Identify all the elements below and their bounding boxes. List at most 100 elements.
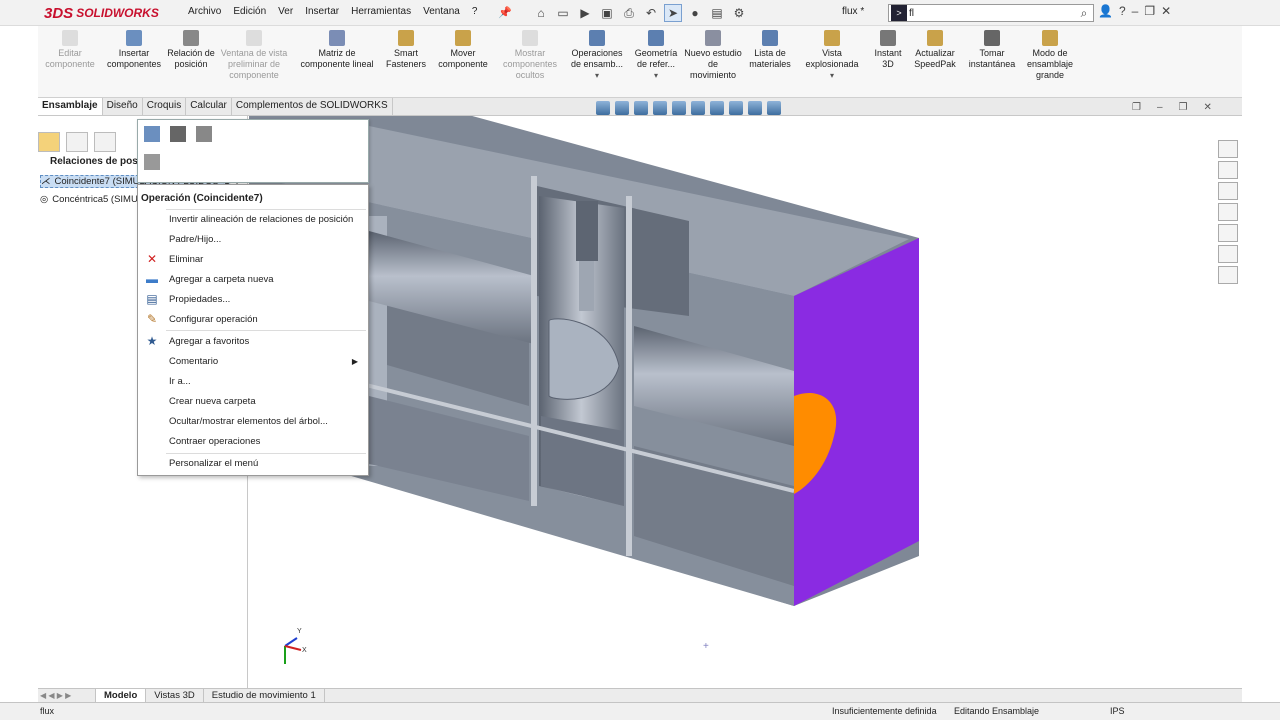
- ribbon-modo-ensamblaje-grande[interactable]: Modo de ensamblaje grande: [1022, 30, 1078, 81]
- view-orientation-icon[interactable]: [672, 101, 686, 115]
- menu-item-configurar[interactable]: Configurar operación: [169, 314, 258, 325]
- section-view-icon[interactable]: [653, 101, 667, 115]
- new-document-icon[interactable]: ▭: [554, 4, 572, 22]
- tree-item-concentrica5[interactable]: ◎ Concéntrica5 (SIMUL: [40, 194, 143, 205]
- forum-icon[interactable]: [1218, 266, 1238, 284]
- configuration-manager-tab-icon[interactable]: [94, 132, 116, 152]
- menu-item-ocultar-mostrar[interactable]: Ocultar/mostrar elementos del árbol...: [169, 416, 328, 427]
- tab-modelo[interactable]: Modelo: [96, 689, 147, 702]
- ribbon-actualizar-speedpak[interactable]: Actualizar SpeedPak: [910, 30, 960, 70]
- ribbon-matriz-lineal[interactable]: Matriz de componente lineal: [294, 30, 380, 70]
- menu-item-agregar-carpeta[interactable]: Agregar a carpeta nueva: [169, 274, 274, 285]
- edit-appearance-icon[interactable]: [729, 101, 743, 115]
- design-library-icon[interactable]: [1218, 161, 1238, 179]
- viewport-minimize-icon[interactable]: –: [1157, 102, 1163, 113]
- file-properties-icon[interactable]: ▤: [708, 4, 726, 22]
- tab-calcular[interactable]: Calcular: [186, 98, 232, 115]
- solidworks-logo[interactable]: 3DS SOLIDWORKS: [44, 3, 159, 23]
- tab-estudio-movimiento[interactable]: Estudio de movimiento 1: [204, 689, 325, 702]
- restore-icon[interactable]: ❐: [1144, 4, 1155, 18]
- apply-scene-icon[interactable]: [748, 101, 762, 115]
- custom-properties-icon[interactable]: [1218, 245, 1238, 263]
- ribbon-relacion-posicion[interactable]: Relación de posición: [166, 30, 216, 70]
- tab-ensamblaje[interactable]: Ensamblaje: [38, 98, 103, 115]
- menu-item-crear-carpeta[interactable]: Crear nueva carpeta: [169, 396, 256, 407]
- menu-item-propiedades[interactable]: Propiedades...: [169, 294, 230, 305]
- dropdown-arrow-icon[interactable]: ▾: [654, 70, 658, 81]
- dropdown-arrow-icon[interactable]: ▾: [830, 70, 834, 81]
- file-explorer-icon[interactable]: [1218, 182, 1238, 200]
- tab-diseno[interactable]: Diseño: [103, 98, 143, 115]
- menu-item-favoritos[interactable]: Agregar a favoritos: [169, 336, 249, 347]
- mates-folder-header[interactable]: Relaciones de posic: [50, 156, 146, 167]
- ribbon-lista-materiales[interactable]: Lista de materiales: [744, 30, 796, 70]
- graphics-area[interactable]: Y X +: [239, 96, 1242, 688]
- print-icon[interactable]: ⎙: [620, 4, 638, 22]
- save-icon[interactable]: ▣: [598, 4, 616, 22]
- pin-icon[interactable]: 📌: [498, 6, 512, 19]
- menu-archivo[interactable]: Archivo: [182, 6, 227, 17]
- ribbon-nuevo-estudio[interactable]: Nuevo estudio de movimiento: [684, 30, 742, 81]
- edit-feature-icon[interactable]: [144, 126, 160, 142]
- ribbon-mover-componente[interactable]: Mover componente: [432, 30, 494, 70]
- ribbon-mostrar-ocultos[interactable]: Mostrar componentes ocultos: [498, 30, 562, 81]
- user-icon[interactable]: 👤: [1098, 4, 1113, 18]
- menu-herramientas[interactable]: Herramientas: [345, 6, 417, 17]
- menu-item-comentario[interactable]: Comentario: [169, 356, 218, 367]
- menu-item-personalizar[interactable]: Personalizar el menú: [169, 458, 258, 469]
- solidworks-resources-icon[interactable]: [1218, 140, 1238, 158]
- menu-edicion[interactable]: Edición: [227, 6, 272, 17]
- display-style-icon[interactable]: [691, 101, 705, 115]
- ribbon-geometria-referencia[interactable]: Geometría de refer... ▾: [630, 30, 682, 81]
- menu-item-ir-a[interactable]: Ir a...: [169, 376, 191, 387]
- search-input[interactable]: fl: [909, 8, 1075, 19]
- help-icon[interactable]: ?: [1119, 4, 1126, 18]
- hide-show-items-icon[interactable]: [710, 101, 724, 115]
- menu-ventana[interactable]: Ventana: [417, 6, 466, 17]
- menu-item-contraer[interactable]: Contraer operaciones: [169, 436, 260, 447]
- ribbon-editar-componente[interactable]: Editar componente: [40, 30, 100, 70]
- viewport-restore-icon[interactable]: ❐: [1132, 102, 1141, 113]
- options-gear-icon[interactable]: ⚙: [730, 4, 748, 22]
- ribbon-ventana-vista[interactable]: Ventana de vista preliminar de component…: [216, 30, 292, 81]
- ribbon-smart-fasteners[interactable]: Smart Fasteners: [382, 30, 430, 70]
- dropdown-arrow-icon[interactable]: ▾: [595, 70, 599, 81]
- search-box[interactable]: > fl ⌕: [888, 4, 1094, 22]
- tab-complementos[interactable]: Complementos de SOLIDWORKS: [232, 98, 393, 115]
- menu-insertar[interactable]: Insertar: [299, 6, 345, 17]
- feature-manager-tab-icon[interactable]: [38, 132, 60, 152]
- menu-help[interactable]: ?: [466, 6, 484, 17]
- menu-item-invertir[interactable]: Invertir alineación de relaciones de pos…: [169, 214, 353, 225]
- menu-ver[interactable]: Ver: [272, 6, 299, 17]
- ribbon-instant-3d[interactable]: Instant 3D: [868, 30, 908, 70]
- tab-vistas-3d[interactable]: Vistas 3D: [146, 689, 204, 702]
- tab-scroll-nav[interactable]: ◀ ◀ ▶ ▶: [38, 689, 96, 702]
- flip-alignment-icon[interactable]: [170, 126, 186, 142]
- open-icon[interactable]: ▶: [576, 4, 594, 22]
- previous-view-icon[interactable]: [634, 101, 648, 115]
- menu-item-eliminar[interactable]: Eliminar: [169, 254, 203, 265]
- ribbon-operaciones-ensamblaje[interactable]: Operaciones de ensamb... ▾: [566, 30, 628, 81]
- viewport-maximize-icon[interactable]: ❐: [1179, 102, 1188, 113]
- tab-croquis[interactable]: Croquis: [143, 98, 187, 115]
- zoom-to-selection-icon[interactable]: [144, 154, 160, 170]
- menu-item-padre-hijo[interactable]: Padre/Hijo...: [169, 234, 221, 245]
- zoom-area-icon[interactable]: [615, 101, 629, 115]
- suppress-icon[interactable]: [196, 126, 212, 142]
- close-icon[interactable]: ✕: [1161, 4, 1171, 18]
- ribbon-tomar-instantanea[interactable]: Tomar instantánea: [964, 30, 1020, 70]
- zoom-to-fit-icon[interactable]: [596, 101, 610, 115]
- home-icon[interactable]: ⌂: [532, 4, 550, 22]
- status-units[interactable]: IPS: [1110, 706, 1125, 716]
- view-settings-icon[interactable]: [767, 101, 781, 115]
- ribbon-vista-explosionada[interactable]: Vista explosionada ▾: [800, 30, 864, 81]
- view-palette-icon[interactable]: [1218, 203, 1238, 221]
- appearances-icon[interactable]: [1218, 224, 1238, 242]
- minimize-icon[interactable]: –: [1132, 4, 1139, 18]
- traffic-light-icon[interactable]: ●: [686, 4, 704, 22]
- viewport-close-icon[interactable]: ✕: [1204, 102, 1212, 113]
- property-manager-tab-icon[interactable]: [66, 132, 88, 152]
- undo-icon[interactable]: ↶: [642, 4, 660, 22]
- ribbon-insertar-componentes[interactable]: Insertar componentes: [102, 30, 166, 70]
- select-arrow-icon[interactable]: ➤: [664, 4, 682, 22]
